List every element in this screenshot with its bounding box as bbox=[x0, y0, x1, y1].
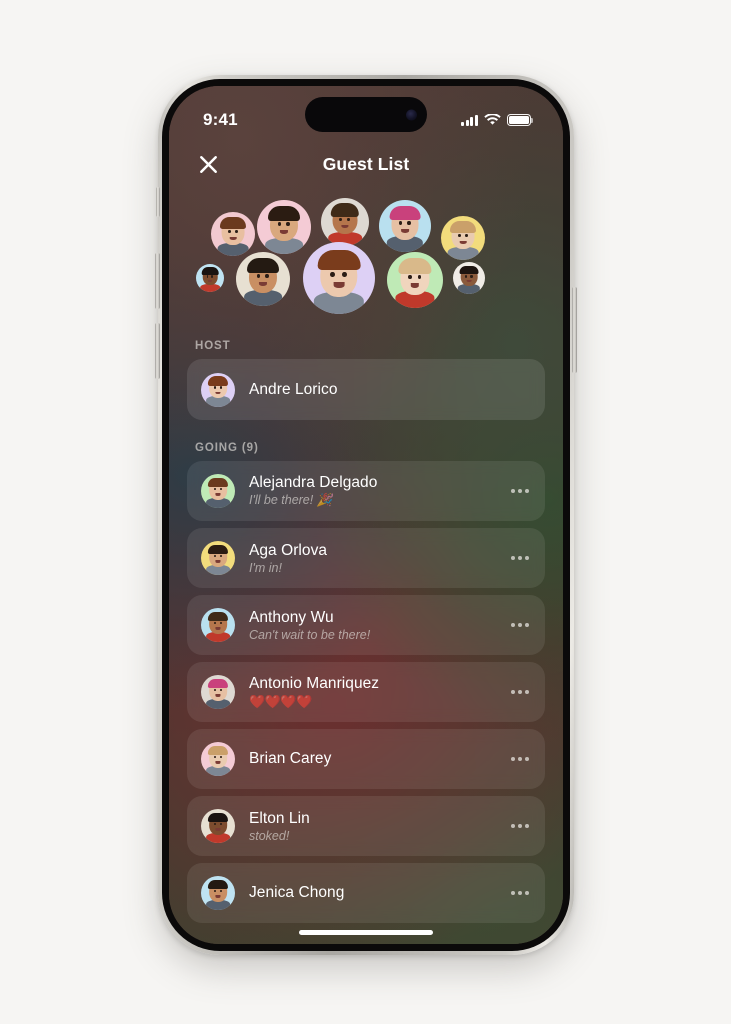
guest-name: Alejandra Delgado bbox=[249, 474, 378, 491]
avatar-brian-carey bbox=[201, 742, 235, 776]
avatar-elton-lin bbox=[201, 809, 235, 843]
memoji-avatar-8[interactable] bbox=[303, 242, 375, 314]
guest-text: Brian Carey bbox=[249, 750, 501, 768]
more-options-icon[interactable] bbox=[501, 883, 531, 903]
guest-rows-container: Alejandra Delgado I'll be there! 🎉 Aga Orl… bbox=[187, 461, 545, 923]
phone-screen: 9:41 Guest List HOST Andre Lorico GOING … bbox=[169, 86, 563, 944]
guest-status: I'll be there! 🎉 bbox=[249, 493, 333, 507]
guest-list-scroll[interactable]: HOST Andre Lorico GOING (9) Alejandra De… bbox=[169, 332, 563, 944]
host-text: Andre Lorico bbox=[249, 381, 531, 399]
guest-name: Brian Carey bbox=[249, 750, 332, 767]
more-options-icon[interactable] bbox=[501, 682, 531, 702]
more-options-icon[interactable] bbox=[501, 749, 531, 769]
avatar-andre-lorico bbox=[201, 372, 235, 407]
going-section-label: GOING (9) bbox=[195, 442, 259, 454]
page-title: Guest List bbox=[322, 153, 410, 174]
guest-row[interactable]: Jenica Chong bbox=[187, 863, 545, 923]
host-row[interactable]: Andre Lorico bbox=[187, 359, 545, 420]
host-name: Andre Lorico bbox=[249, 380, 338, 398]
guest-status: stoked! bbox=[249, 828, 290, 843]
avatar-alejandra-delgado bbox=[201, 474, 235, 508]
more-options-icon[interactable] bbox=[501, 816, 531, 836]
memoji-avatar-6[interactable] bbox=[196, 264, 224, 292]
guest-text: Jenica Chong bbox=[249, 884, 501, 902]
silent-switch[interactable] bbox=[156, 187, 160, 217]
guest-row[interactable]: Anthony Wu Can't wait to be there! bbox=[187, 595, 545, 655]
dynamic-island bbox=[305, 97, 427, 132]
battery-full-icon bbox=[507, 114, 534, 126]
avatar-aga-orlova bbox=[201, 541, 235, 575]
more-options-icon[interactable] bbox=[501, 615, 531, 635]
memoji-avatar-3[interactable] bbox=[321, 198, 369, 246]
volume-up-button[interactable] bbox=[155, 253, 160, 309]
guest-status: Can't wait to be there! bbox=[249, 627, 371, 642]
guest-text: Alejandra Delgado I'll be there! 🎉 bbox=[249, 474, 501, 508]
memoji-avatar-9[interactable] bbox=[387, 252, 443, 308]
avatar-antonio-manriquez bbox=[201, 675, 235, 709]
guest-row[interactable]: Brian Carey bbox=[187, 729, 545, 789]
close-button[interactable] bbox=[193, 149, 223, 179]
guest-name: Anthony Wu bbox=[249, 608, 334, 626]
memoji-avatar-7[interactable] bbox=[236, 252, 290, 306]
status-time: 9:41 bbox=[203, 110, 238, 129]
guest-name: Aga Orlova bbox=[249, 541, 328, 559]
guest-text: Elton Lin stoked! bbox=[249, 810, 501, 843]
home-indicator[interactable] bbox=[299, 930, 433, 935]
memoji-avatar-1[interactable] bbox=[211, 212, 255, 256]
status-icons bbox=[461, 114, 534, 126]
more-options-icon[interactable] bbox=[501, 548, 531, 568]
guest-text: Antonio Manriquez ❤️❤️❤️❤️ bbox=[249, 675, 501, 710]
avatar-anthony-wu bbox=[201, 608, 235, 642]
host-section-label: HOST bbox=[195, 340, 231, 352]
screenshot-stage: 9:41 Guest List HOST Andre Lorico GOING … bbox=[0, 0, 731, 1024]
cellular-bars-icon bbox=[461, 114, 478, 126]
memoji-avatar-10[interactable] bbox=[453, 262, 485, 294]
wifi-icon bbox=[484, 114, 501, 125]
guest-avatar-cluster bbox=[169, 194, 563, 332]
guest-row[interactable]: Antonio Manriquez ❤️❤️❤️❤️ bbox=[187, 662, 545, 722]
iphone-frame: 9:41 Guest List HOST Andre Lorico GOING … bbox=[155, 75, 577, 955]
guest-status: I'm in! bbox=[249, 560, 282, 575]
power-button[interactable] bbox=[572, 287, 577, 373]
memoji-avatar-4[interactable] bbox=[379, 200, 431, 252]
guest-name: Antonio Manriquez bbox=[249, 674, 380, 692]
more-options-icon[interactable] bbox=[501, 481, 531, 501]
guest-row[interactable]: Aga Orlova I'm in! bbox=[187, 528, 545, 588]
guest-row[interactable]: Alejandra Delgado I'll be there! 🎉 bbox=[187, 461, 545, 521]
front-camera-icon bbox=[406, 109, 417, 120]
volume-down-button[interactable] bbox=[155, 323, 160, 379]
memoji-avatar-5[interactable] bbox=[441, 216, 485, 260]
guest-text: Aga Orlova I'm in! bbox=[249, 542, 501, 575]
guest-text: Anthony Wu Can't wait to be there! bbox=[249, 609, 501, 642]
guest-status: ❤️❤️❤️❤️ bbox=[249, 693, 312, 709]
guest-name: Elton Lin bbox=[249, 809, 310, 827]
avatar-jenica-chong bbox=[201, 876, 235, 910]
close-x-icon bbox=[199, 155, 217, 173]
guest-name: Jenica Chong bbox=[249, 884, 345, 901]
guest-row[interactable]: Elton Lin stoked! bbox=[187, 796, 545, 856]
navigation-bar: Guest List bbox=[169, 140, 563, 188]
